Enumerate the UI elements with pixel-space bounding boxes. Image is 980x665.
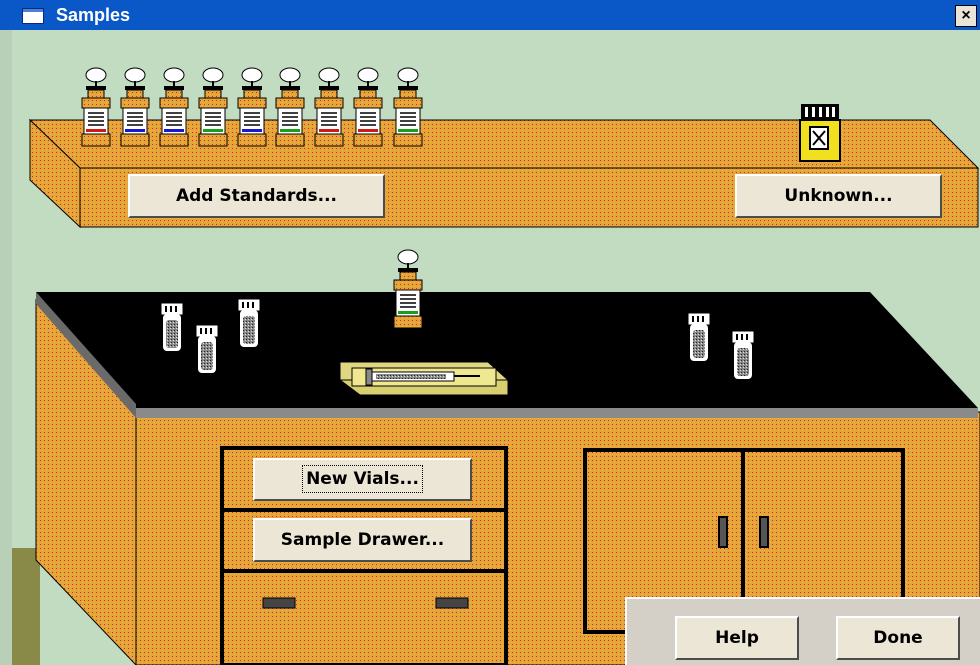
unknown-bottle[interactable]	[799, 104, 841, 162]
standard-bottle-on-bench[interactable]	[393, 249, 423, 329]
drawer-handle-left	[262, 597, 296, 609]
standard-bottle-9[interactable]	[393, 67, 423, 147]
title-bar[interactable]: Samples ×	[0, 0, 980, 30]
new-vials-label: New Vials...	[302, 465, 423, 493]
help-button[interactable]: Help	[675, 616, 799, 660]
unknown-button[interactable]: Unknown...	[735, 174, 942, 218]
window-title: Samples	[56, 5, 131, 25]
standard-bottle-6[interactable]	[275, 67, 305, 147]
window-icon	[22, 8, 44, 24]
door-handle-right	[759, 516, 769, 548]
close-button[interactable]: ×	[955, 5, 977, 27]
standard-bottle-2[interactable]	[120, 67, 150, 147]
sample-vial-4[interactable]	[688, 313, 710, 361]
lab-scene	[12, 67, 980, 665]
standard-bottle-8[interactable]	[353, 67, 383, 147]
door-handle-left	[718, 516, 728, 548]
sample-vial-1[interactable]	[161, 303, 183, 351]
button-panel: Help Done	[625, 597, 980, 665]
countertop-edge	[136, 408, 978, 418]
done-button[interactable]: Done	[836, 616, 960, 660]
sample-vial-3[interactable]	[238, 299, 260, 347]
sample-vial-2[interactable]	[196, 325, 218, 373]
samples-window: Samples × Add Standards... Unknown... Ne…	[0, 0, 980, 665]
sample-drawer-button[interactable]: Sample Drawer...	[253, 518, 472, 562]
standard-bottle-3[interactable]	[159, 67, 189, 147]
add-standards-button[interactable]: Add Standards...	[128, 174, 385, 218]
bench-bottle[interactable]	[393, 249, 423, 329]
done-label: Done	[873, 628, 923, 648]
standard-bottle-5[interactable]	[237, 67, 267, 147]
standard-bottle-1[interactable]	[81, 67, 111, 147]
standard-bottles[interactable]	[81, 67, 423, 147]
sample-drawer-label: Sample Drawer...	[280, 530, 445, 550]
help-label: Help	[715, 628, 759, 648]
drawer-handle-right	[435, 597, 469, 609]
unknown-label: Unknown...	[784, 186, 893, 206]
syringe-tray[interactable]	[338, 361, 510, 396]
floor	[12, 548, 40, 665]
sample-vial-5[interactable]	[732, 331, 754, 379]
add-standards-label: Add Standards...	[175, 186, 338, 206]
standard-bottle-7[interactable]	[314, 67, 344, 147]
standard-bottle-4[interactable]	[198, 67, 228, 147]
new-vials-button[interactable]: New Vials...	[253, 458, 472, 501]
